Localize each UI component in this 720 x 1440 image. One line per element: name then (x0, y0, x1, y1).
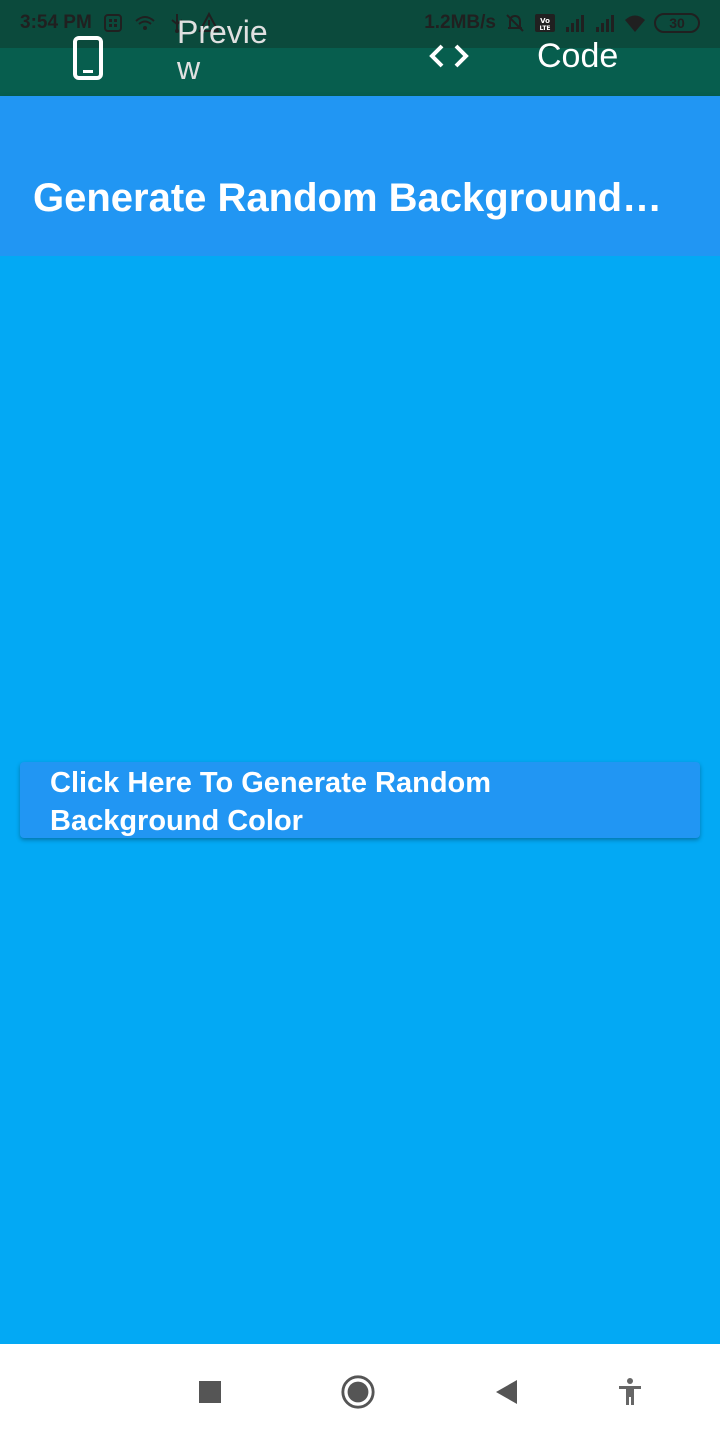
mute-bell-icon (506, 14, 524, 32)
battery-icon: 30 (654, 13, 700, 33)
sim-card-icon (103, 14, 122, 32)
signal-icon (566, 15, 584, 32)
generate-random-color-button[interactable]: Click Here To Generate Random Background… (20, 762, 700, 838)
battery-level: 30 (669, 15, 685, 31)
app-bar: Generate Random Background Color (0, 96, 720, 256)
recents-button[interactable] (192, 1374, 228, 1410)
signal-icon (596, 15, 614, 32)
main-content: Click Here To Generate Random Background… (0, 256, 720, 1344)
home-circle-icon (341, 1375, 375, 1409)
back-button[interactable] (488, 1374, 524, 1410)
wifi-calling-icon (135, 16, 155, 30)
svg-text:Vo: Vo (540, 17, 550, 25)
wifi-icon (625, 15, 645, 32)
back-triangle-icon (496, 1380, 517, 1404)
status-time: 3:54 PM (20, 12, 92, 33)
home-button[interactable] (340, 1374, 376, 1410)
tab-preview[interactable]: Preview (177, 14, 287, 86)
tab-code[interactable]: Code (537, 37, 618, 76)
svg-text:LTE: LTE (539, 25, 550, 32)
accessibility-icon (619, 1378, 641, 1405)
page-title: Generate Random Background Color (33, 176, 673, 220)
generate-button-label: Click Here To Generate Random Background… (50, 767, 492, 837)
code-brackets-icon[interactable] (428, 42, 470, 70)
accessibility-button[interactable] (612, 1374, 648, 1410)
phone-icon[interactable] (72, 36, 104, 80)
recents-square-icon (199, 1381, 221, 1403)
volte-icon: Vo LTE (535, 14, 555, 32)
status-right: 1.2MB/s Vo LTE 30 (424, 12, 700, 34)
system-navigation-bar (0, 1344, 720, 1440)
network-speed: 1.2MB/s (424, 12, 496, 33)
